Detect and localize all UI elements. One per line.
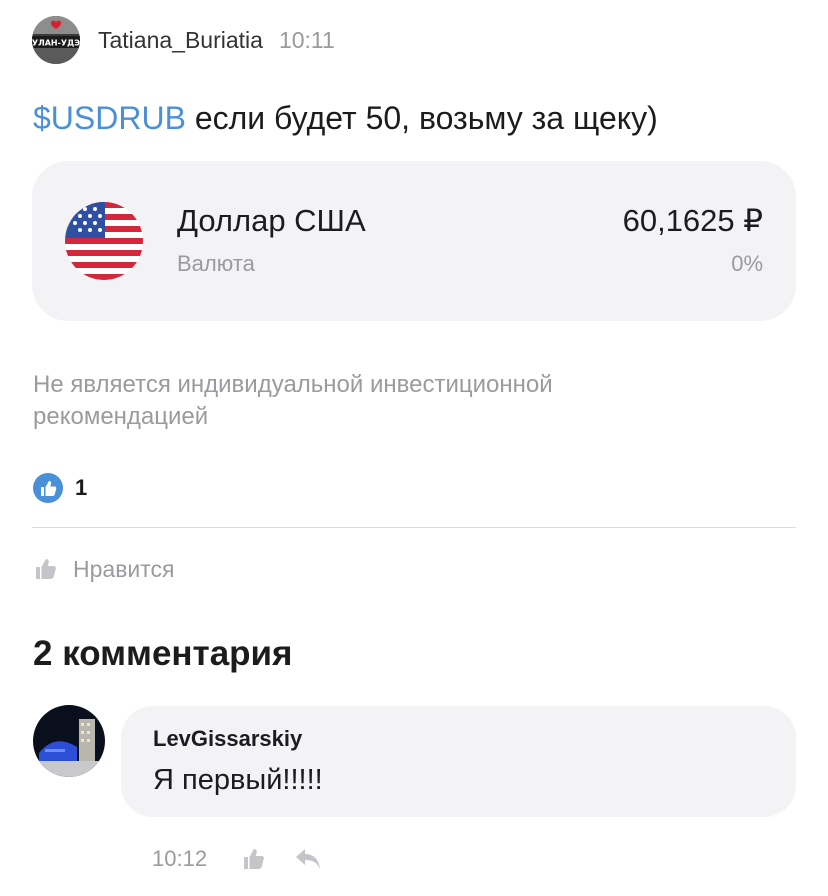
instrument-name: Доллар США [177,203,366,238]
instrument-change: 0% [731,251,763,276]
post-text: $USDRUB если будет 50, возьму за щеку) [33,96,803,140]
thumbs-up-badge-icon [33,473,63,503]
author-name[interactable]: Tatiana_Buriatia [98,27,263,54]
reaction-summary[interactable]: 1 [33,471,87,505]
post-time: 10:11 [278,26,335,53]
comment-bubble: LevGissarskiy Я первый!!!!! [121,706,796,817]
like-label: Нравится [73,555,175,582]
comment-author[interactable]: LevGissarskiy [153,726,302,752]
disclaimer: Не является индивидуальной инвестиционно… [33,371,553,430]
ticker-link[interactable]: $USDRUB [33,100,186,136]
instrument-price: 60,1625 ₽ [622,203,763,238]
reaction-count: 1 [75,475,88,500]
reply-icon[interactable] [293,845,323,873]
comment-text: Я первый!!!!! [153,764,323,796]
avatar-caption: УЛАН-УДЭ [32,39,80,48]
instrument-type: Валюта [177,251,255,276]
thumbs-up-icon[interactable] [241,845,269,873]
instrument-card[interactable]: Доллар США Валюта 60,1625 ₽ 0% [32,161,796,321]
comment-avatar[interactable] [33,705,105,777]
us-flag-icon [65,202,143,280]
post-header: УЛАН-УДЭ Tatiana_Buriatia 10:11 [32,16,335,64]
comments-title: 2 комментария [33,634,293,673]
post-message: если будет 50, возьму за щеку) [185,100,658,136]
comment-meta: 10:12 [152,842,323,876]
thumbs-up-icon [36,559,56,579]
like-button[interactable]: Нравится [33,552,175,586]
divider [32,527,796,528]
comment-time: 10:12 [152,846,208,871]
author-avatar[interactable]: УЛАН-УДЭ [32,16,80,64]
